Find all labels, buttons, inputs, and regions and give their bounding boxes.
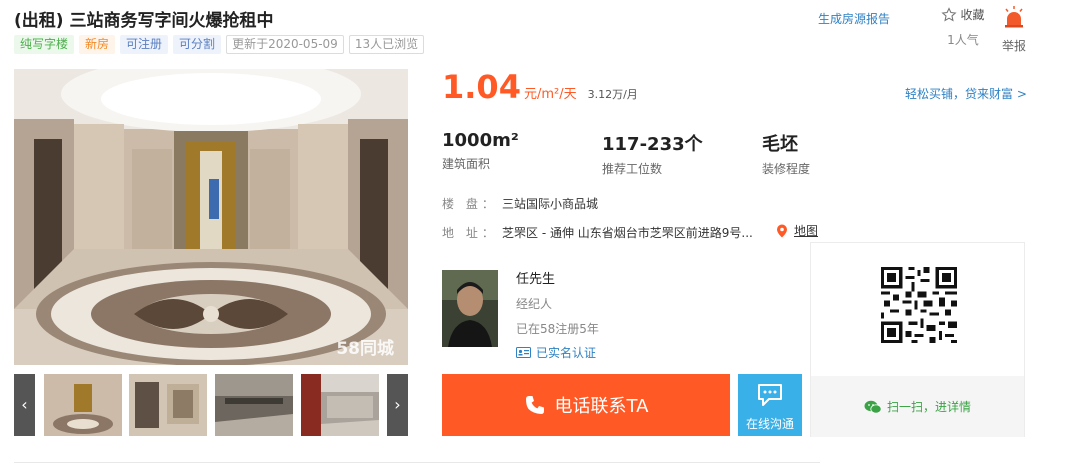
thumbnail-image: [215, 374, 293, 436]
price-unit: 元/m²/天: [523, 87, 577, 102]
photo-watermark: 58同城: [336, 339, 394, 359]
thumbnail[interactable]: [215, 374, 293, 436]
page-title: (出租) 三站商务写字间火爆抢租中: [14, 11, 274, 31]
scan-hint-label: 扫一扫，进详情: [886, 400, 971, 414]
thumbnail[interactable]: [301, 374, 379, 436]
thumbnail-image: [301, 374, 379, 436]
tag-divisible: 可分割: [173, 35, 222, 54]
alarm-icon: [1005, 6, 1023, 28]
stat-decoration-label: 装修程度: [762, 162, 811, 176]
generate-report-link[interactable]: 生成房源报告: [818, 10, 890, 27]
thumbnail-strip: ‹ ›: [14, 374, 408, 436]
agent-info: 任先生 经纪人 已在58注册5年 已实名认证: [516, 268, 599, 361]
lobby-image: [14, 69, 408, 365]
gallery-prev-button[interactable]: ‹: [14, 374, 35, 436]
stat-decoration: 毛坯 装修程度: [762, 130, 810, 177]
stat-area: 1000m² 建筑面积: [442, 130, 519, 172]
building-label: 楼 盘：: [442, 197, 498, 211]
qr-code: [881, 267, 957, 343]
price-block: 1.04 元/m²/天 3.12万/月: [442, 68, 638, 106]
gallery-next-button[interactable]: ›: [387, 374, 408, 436]
report-label: 举报: [1001, 39, 1026, 53]
address-value: 芝罘区 - 通伸 山东省烟台市芝罘区前进路9号...: [502, 226, 753, 240]
price-value: 1.04: [442, 68, 521, 106]
thumbnail[interactable]: [129, 374, 207, 436]
qr-panel: 扫一扫，进详情: [810, 242, 1025, 437]
id-card-icon: [516, 347, 531, 358]
tag-office-type: 纯写字楼: [14, 35, 75, 54]
map-link[interactable]: 地图: [776, 222, 818, 239]
report-button[interactable]: 举报: [996, 6, 1032, 54]
tag-list: 纯写字楼 新房 可注册 可分割 更新于2020-05-09 13人已浏览: [14, 35, 425, 54]
call-button[interactable]: 电话联系TA: [442, 374, 730, 436]
agent-registered: 已在58注册5年: [516, 322, 599, 336]
scan-hint: 扫一扫，进详情: [811, 376, 1024, 437]
thumbnail-image: [129, 374, 207, 436]
address-label: 地 址：: [442, 226, 498, 240]
stat-area-label: 建筑面积: [442, 157, 491, 171]
stat-workstations: 117-233个 推荐工位数: [602, 130, 703, 177]
loan-link[interactable]: 轻松买铺，贷来财富 >: [905, 85, 1027, 102]
tag-updated: 更新于2020-05-09: [226, 35, 344, 54]
main-photo[interactable]: 58同城: [14, 69, 408, 365]
avatar[interactable]: [442, 270, 498, 347]
price-monthly: 3.12万/月: [587, 88, 638, 101]
map-link-label: 地图: [794, 224, 819, 238]
favorite-button[interactable]: 收藏 1人气: [938, 6, 988, 48]
call-button-label: 电话联系TA: [554, 396, 649, 417]
phone-icon: [525, 396, 544, 414]
agent-avatar-image: [442, 270, 498, 347]
thumbnail[interactable]: [44, 374, 122, 436]
favorite-label: 收藏: [960, 8, 985, 22]
favorite-count: 1人气: [947, 33, 979, 47]
stat-workstations-label: 推荐工位数: [602, 162, 663, 176]
chat-button[interactable]: 在线沟通: [738, 374, 802, 436]
agent-role: 经纪人: [516, 297, 553, 311]
thumbnail-image: [44, 374, 122, 436]
location-pin-icon: [777, 224, 787, 237]
chat-button-label: 在线沟通: [745, 417, 794, 431]
chat-bubble-icon: [758, 384, 782, 406]
building-row: 楼 盘： 三站国际小商品城: [442, 195, 598, 212]
building-value: 三站国际小商品城: [502, 197, 599, 211]
tag-views: 13人已浏览: [348, 35, 425, 54]
agent-verified-label: 已实名认证: [536, 346, 597, 360]
wechat-icon: [864, 400, 882, 414]
address-row: 地 址： 芝罘区 - 通伸 山东省烟台市芝罘区前进路9号...: [442, 224, 753, 241]
agent-verified: 已实名认证: [516, 344, 599, 361]
star-icon: [941, 6, 958, 21]
stat-workstations-value: 117-233个: [602, 134, 703, 155]
agent-name: 任先生: [516, 272, 556, 287]
tag-new: 新房: [79, 35, 116, 54]
stat-decoration-value: 毛坯: [762, 134, 798, 155]
stat-area-value: 1000m²: [442, 130, 519, 151]
divider: [14, 462, 820, 463]
tag-registrable: 可注册: [120, 35, 169, 54]
